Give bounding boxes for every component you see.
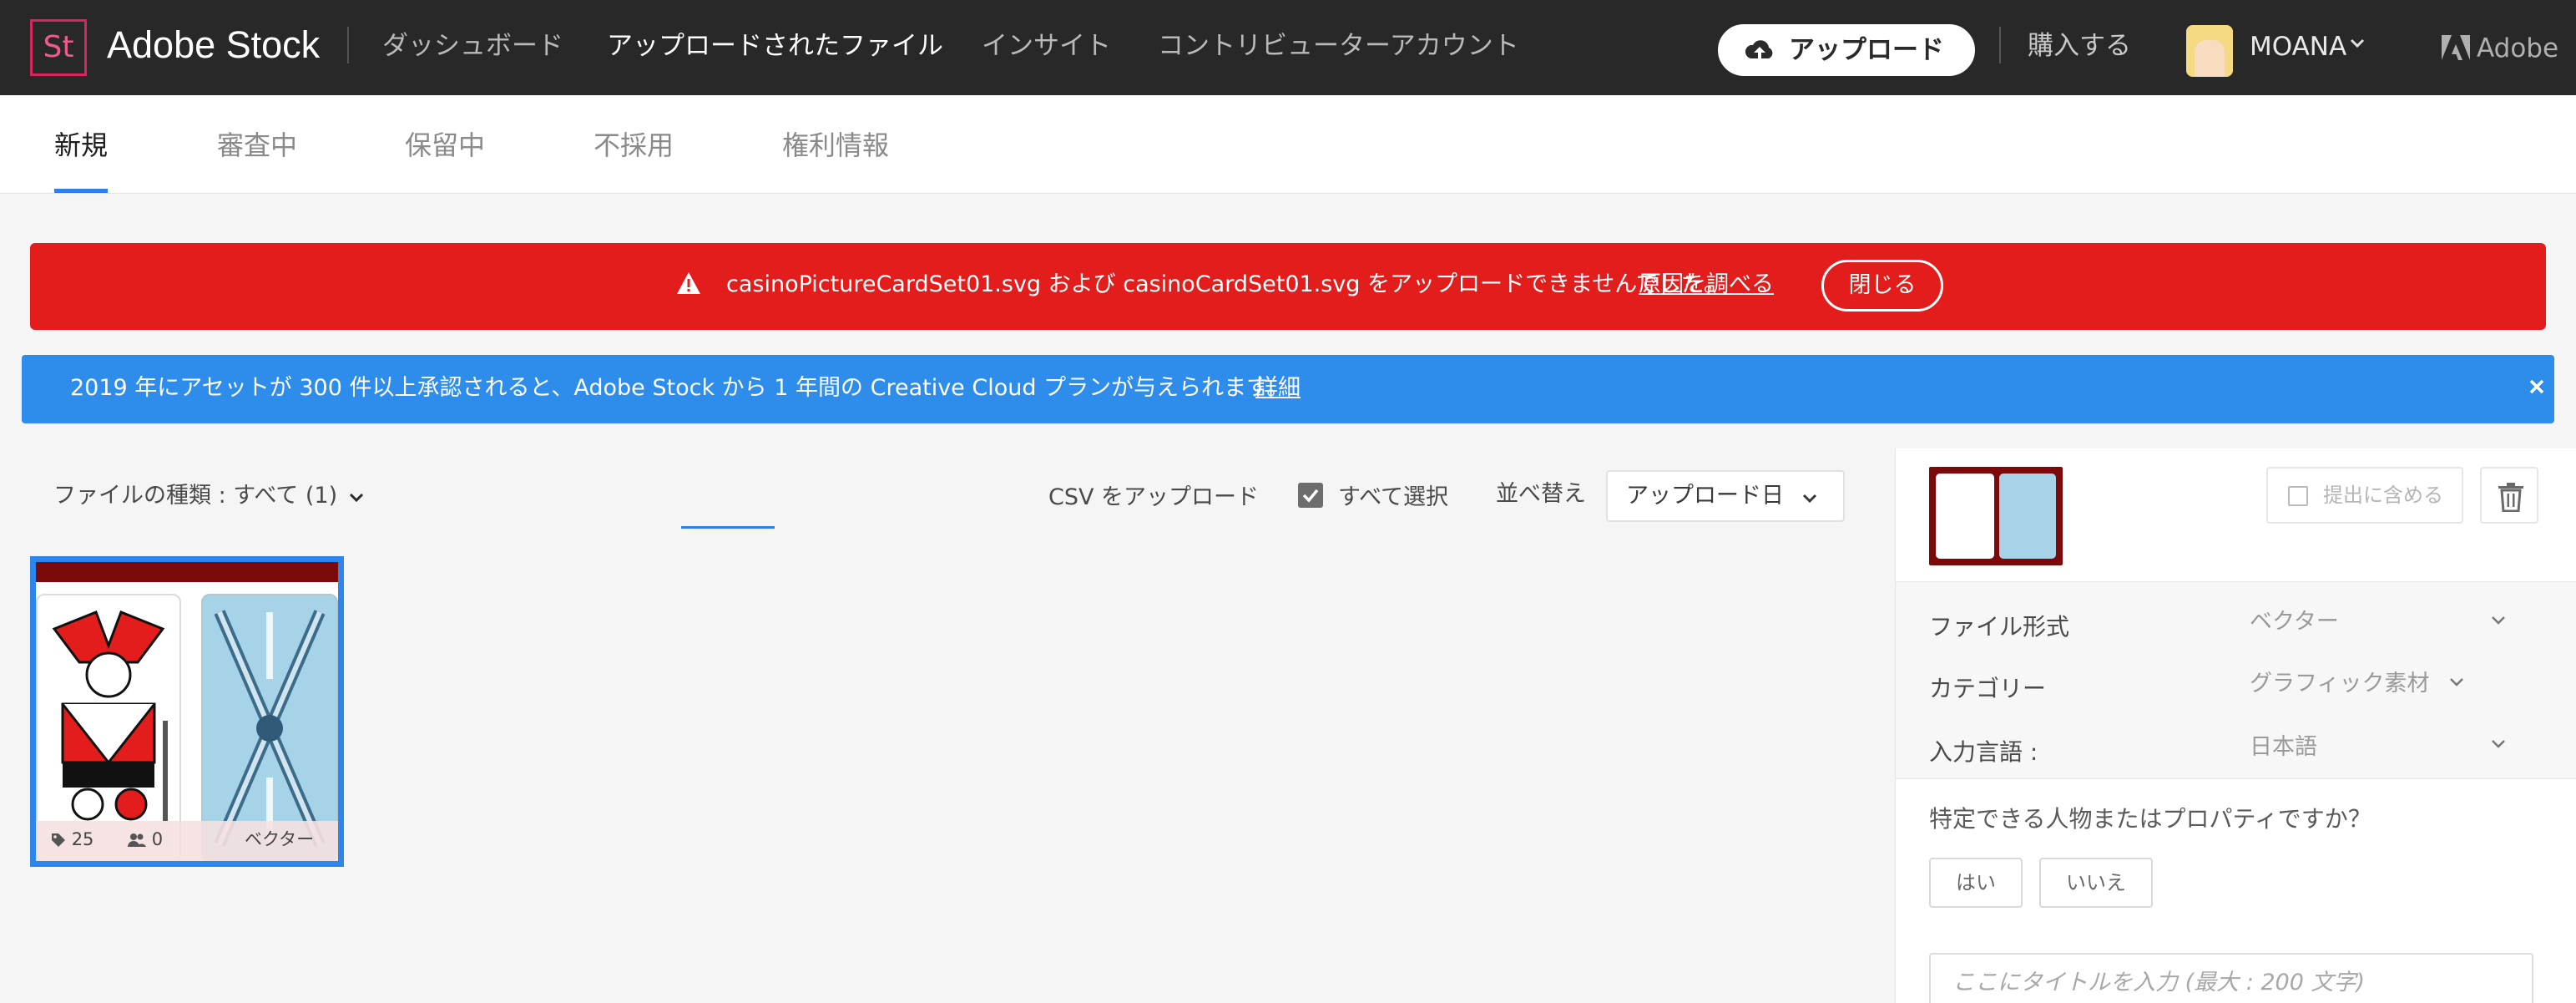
close-error-button[interactable]: 閉じる <box>1821 260 1943 312</box>
tab-pending[interactable]: 保留中 <box>405 127 485 164</box>
cloud-upload-icon <box>1745 40 1773 59</box>
asset-thumbnail[interactable]: 25 0 ベクター <box>30 556 344 867</box>
panel-header: 提出に含める <box>1896 448 2576 582</box>
chevron-down-icon <box>1802 494 1817 504</box>
category-select[interactable]: グラフィック素材 <box>2250 667 2429 701</box>
find-cause-link[interactable]: 原因を調べる <box>1639 268 1774 301</box>
input-language-select[interactable]: 日本語 <box>2250 731 2317 764</box>
user-name[interactable]: MOANA <box>2250 28 2346 65</box>
warning-icon <box>677 272 700 294</box>
file-format-label: ファイル形式 <box>1929 613 2070 641</box>
chevron-down-icon[interactable] <box>2348 33 2366 52</box>
adobe-logo-icon <box>2442 35 2470 60</box>
nav-link-insights[interactable]: インサイト <box>982 25 1111 67</box>
upload-button[interactable]: アップロード <box>1718 24 1975 76</box>
include-label: 提出に含める <box>2323 484 2443 507</box>
nav-link-dashboard[interactable]: ダッシュボード <box>382 25 563 67</box>
top-nav: St Adobe Stock ダッシュボード アップロードされたファイル インサ… <box>0 0 2576 95</box>
details-link[interactable]: 詳細 <box>1255 372 1301 405</box>
file-format-select[interactable]: ベクター <box>2250 605 2339 639</box>
yes-button[interactable]: はい <box>1929 858 2023 908</box>
no-button[interactable]: いいえ <box>2039 858 2153 908</box>
chevron-down-icon[interactable] <box>2448 676 2465 689</box>
csv-upload-link[interactable]: CSV をアップロード <box>1048 481 1259 514</box>
buy-link[interactable]: 購入する <box>2028 25 2131 67</box>
checkmark-icon <box>1302 489 1319 503</box>
sort-label: 並べ替え <box>1496 481 1586 507</box>
input-language-label: 入力言語 : <box>1929 738 2038 766</box>
upload-button-label: アップロード <box>1789 35 1944 65</box>
error-message: casinoPictureCardSet01.svg および casinoCar… <box>726 271 1726 297</box>
keyword-count: 25 <box>51 821 93 858</box>
nav-link-uploaded-files[interactable]: アップロードされたファイル <box>607 25 943 67</box>
people-count: 0 <box>128 821 163 858</box>
category-label: カテゴリー <box>1929 675 2047 702</box>
tag-icon <box>52 833 65 847</box>
people-icon <box>128 833 146 847</box>
delete-button[interactable] <box>2480 467 2538 524</box>
tab-new[interactable]: 新規 <box>54 127 108 164</box>
include-in-submission-checkbox[interactable]: 提出に含める <box>2266 467 2463 524</box>
recognizable-property-question: 特定できる人物またはプロパティですか？ <box>1929 805 2371 833</box>
thumbnail-meta-bar: 25 0 ベクター <box>36 821 338 861</box>
title-input[interactable]: ここにタイトルを入力 (最大 : 200 文字) <box>1929 953 2533 1003</box>
active-tab-indicator <box>54 189 108 193</box>
tab-rejected[interactable]: 不採用 <box>593 127 674 164</box>
tab-in-review[interactable]: 審査中 <box>217 127 297 164</box>
thumbnail-format-label: ベクター <box>245 829 315 849</box>
asset-fields: ファイル形式 ベクター カテゴリー グラフィック素材 入力言語 : 日本語 <box>1896 582 2576 779</box>
asset-detail-panel: 提出に含める ファイル形式 ベクター カテゴリー グラフィック素材 入力言語 :… <box>1895 448 2576 1003</box>
loading-indicator <box>681 526 775 529</box>
chevron-down-icon <box>349 493 363 503</box>
upload-error-banner: casinoPictureCardSet01.svg および casinoCar… <box>30 243 2546 330</box>
select-all-checkbox[interactable] <box>1298 483 1323 508</box>
nav-divider <box>347 27 349 63</box>
file-type-filter-label: ファイルの種類 : すべて (1) <box>53 483 338 509</box>
adobe-stock-logo[interactable]: St <box>30 19 87 76</box>
nav-divider <box>1999 27 2001 63</box>
chevron-down-icon[interactable] <box>2490 614 2507 627</box>
nav-link-contributor-account[interactable]: コントリビューターアカウント <box>1158 25 1519 67</box>
chevron-down-icon[interactable] <box>2490 737 2507 751</box>
brand-name[interactable]: Adobe Stock <box>107 20 320 70</box>
sort-select-value: アップロード日 <box>1626 483 1784 509</box>
sort-select[interactable]: アップロード日 <box>1606 470 1845 522</box>
adobe-label: Adobe <box>2477 33 2559 63</box>
close-icon[interactable] <box>2527 377 2547 397</box>
status-tabs: 新規 審査中 保留中 不採用 権利情報 <box>0 95 2576 194</box>
tab-rights-info[interactable]: 権利情報 <box>782 127 889 164</box>
adobe-link[interactable]: Adobe <box>2442 30 2558 67</box>
info-message: 2019 年にアセットが 300 件以上承認されると、Adobe Stock か… <box>70 375 1290 401</box>
info-banner: 2019 年にアセットが 300 件以上承認されると、Adobe Stock か… <box>22 355 2554 423</box>
trash-icon <box>2498 483 2523 512</box>
avatar[interactable] <box>2186 25 2233 77</box>
selected-asset-preview <box>1929 467 2063 565</box>
select-all-label[interactable]: すべて選択 <box>1338 481 1448 514</box>
file-type-filter[interactable]: ファイルの種類 : すべて (1) <box>53 479 365 513</box>
